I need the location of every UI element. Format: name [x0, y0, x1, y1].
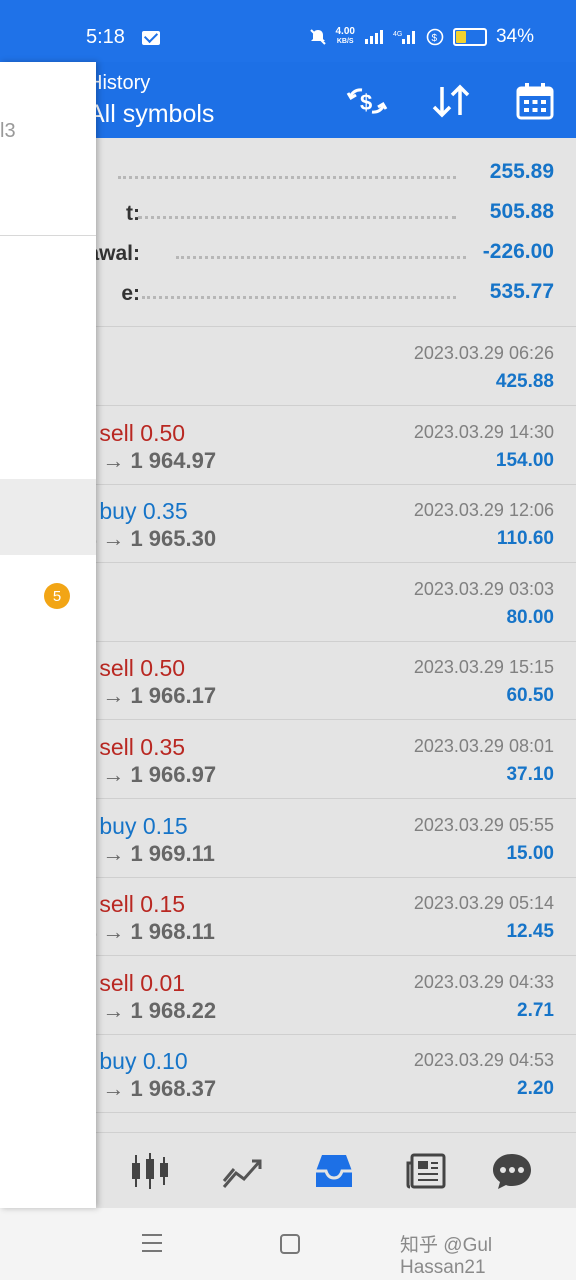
deal-date: 2023.03.29 08:01 [413, 736, 554, 756]
home-icon[interactable] [280, 1234, 300, 1254]
deal-profit: 60.50 [506, 685, 554, 707]
deal-profit: 154.00 [495, 449, 554, 471]
deal-date: 2023.03.29 14:30 [413, 421, 554, 442]
deal-profit: 2.71 [517, 999, 554, 1021]
deal-volume: 0.50 [140, 655, 186, 682]
summary-value: -226.00 [482, 240, 554, 263]
deal-volume: 0.35 [142, 498, 188, 525]
chat-icon[interactable] [488, 1147, 536, 1195]
drawer-fragment-text: l3 [0, 120, 16, 142]
net-speed-value: 4.00 [335, 26, 355, 37]
deal-prices: 8 → 1 966.17 [84, 683, 217, 709]
deal-side: sell 0.50 [99, 420, 185, 446]
deal-date: 2023.03.29 04:33 [413, 971, 554, 992]
deal-date: 2023.03.29 03:03 [413, 578, 554, 599]
svg-text:$: $ [360, 90, 372, 115]
calendar-icon[interactable] [514, 80, 556, 122]
deal-side-label: buy [99, 1048, 137, 1075]
deal-side-label: sell [99, 419, 134, 446]
net-speed-unit: KB/S [336, 38, 354, 45]
deal-date: 2023.03.29 05:14 [413, 893, 554, 914]
news-icon[interactable] [402, 1147, 450, 1195]
inbox-icon[interactable] [310, 1147, 358, 1195]
watermark: 知乎 @Gul Hassan21 [400, 1235, 493, 1278]
side-drawer[interactable]: l3 5 [0, 62, 96, 1208]
mute-bell-icon [309, 29, 326, 45]
deal-side: sell 0.01 [99, 970, 185, 996]
deal-date: 2023.03.29 04:53 [413, 1050, 554, 1071]
sort-icon[interactable] [430, 80, 472, 122]
deal-date: 2023.03.29 05:55 [413, 814, 554, 835]
battery-level [455, 31, 466, 43]
deal-side: sell 0.50 [99, 655, 185, 681]
deal-volume: 0.15 [142, 812, 188, 839]
dotted-leader [142, 296, 456, 299]
dotted-leader [138, 216, 456, 219]
deal-prices: 4 → 1 965.30 [84, 526, 217, 552]
deal-prices: 3 → 1 966.97 [84, 762, 217, 787]
deal-prices: 5 → 1 968.37 [84, 1076, 217, 1102]
deal-date: 2023.03.29 06:26 [413, 343, 554, 363]
battery-icon [452, 28, 487, 46]
deal-side-label: sell [99, 734, 134, 760]
svg-text:$: $ [431, 33, 437, 44]
deal-prices: 1 → 1 969.11 [84, 840, 215, 866]
deal-side-label: sell [99, 655, 134, 682]
status-bar: 5:18 4.00 KB/S 4G $ 34% [0, 0, 576, 62]
deal-profit: 12.45 [506, 921, 554, 943]
deal-side: buy 0.15 [99, 813, 187, 839]
net-speed: 4.00 KB/S [336, 27, 355, 47]
recents-icon[interactable] [142, 1234, 162, 1252]
symbol-filter[interactable]: All symbols [88, 100, 214, 129]
candlestick-icon[interactable] [126, 1147, 174, 1195]
deal-side: buy 0.10 [99, 1048, 187, 1074]
deal-volume: 0.01 [140, 969, 186, 996]
drawer-selected-item[interactable] [0, 479, 96, 555]
deal-side-label: sell [99, 891, 134, 918]
currency-exchange-icon[interactable]: $ [346, 80, 388, 122]
deal-profit: 425.88 [495, 371, 554, 392]
deal-volume: 0.10 [142, 1048, 188, 1075]
system-nav-bar: 知乎 @Gul Hassan21 [0, 1208, 576, 1280]
summary-value: 255.89 [489, 160, 554, 183]
shield-icon: $ [426, 28, 444, 46]
deal-volume: 0.50 [140, 419, 186, 446]
deal-side-label: sell [99, 969, 134, 996]
deal-side: buy 0.35 [99, 498, 187, 524]
status-icons: 4.00 KB/S 4G $ 34% [309, 26, 534, 48]
deal-date: 2023.03.29 12:06 [413, 500, 554, 521]
summary-value: 535.77 [489, 280, 554, 303]
battery-percent: 34% [495, 26, 534, 47]
chart-trend-icon[interactable] [218, 1147, 266, 1195]
deal-side: sell 0.15 [99, 891, 185, 917]
deal-profit: 15.00 [506, 842, 554, 864]
deal-profit: 80.00 [506, 606, 554, 628]
signal-icon-2: 4G [393, 31, 415, 44]
deal-side-label: buy [99, 812, 137, 839]
notification-badge: 5 [44, 583, 70, 609]
deal-volume: 0.35 [140, 734, 186, 760]
deal-volume: 0.15 [140, 891, 186, 918]
deal-side-label: buy [99, 498, 137, 525]
signal-icon [364, 30, 383, 44]
deal-profit: 110.60 [496, 528, 554, 550]
deal-prices: 4 → 1 968.11 [84, 919, 215, 945]
mail-icon [142, 31, 160, 45]
svg-text:4G: 4G [393, 31, 402, 38]
drawer-divider [0, 235, 96, 236]
deal-side: sell 0.35 [99, 734, 185, 760]
deal-prices: 5 → 1 964.97 [84, 447, 217, 473]
deal-profit: 37.10 [506, 764, 554, 785]
deal-date: 2023.03.29 15:15 [413, 657, 554, 678]
dotted-leader [118, 176, 456, 179]
deal-prices: 3 → 1 968.22 [84, 997, 217, 1023]
summary-value: 505.88 [489, 200, 554, 223]
deal-profit: 2.20 [517, 1078, 554, 1100]
page-title: History [88, 72, 151, 94]
dotted-leader [176, 256, 466, 259]
status-time: 5:18 [86, 26, 125, 48]
